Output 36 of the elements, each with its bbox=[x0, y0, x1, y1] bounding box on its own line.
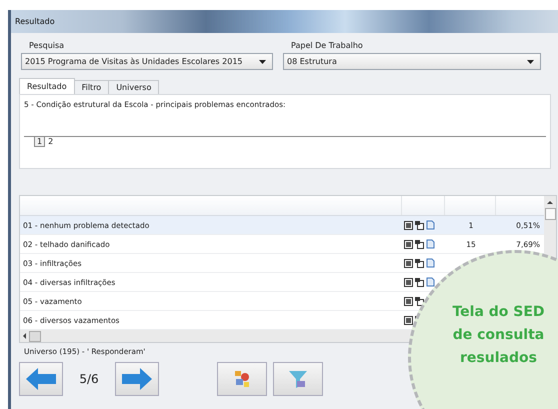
funnel-icon bbox=[288, 369, 308, 389]
tab[interactable]: Universo bbox=[108, 80, 160, 94]
scroll-left-icon bbox=[23, 333, 26, 339]
filter-button[interactable] bbox=[273, 362, 323, 396]
scroll-up-icon bbox=[547, 201, 553, 204]
scroll-thumb[interactable] bbox=[29, 330, 41, 342]
callout-text: resulados bbox=[460, 349, 537, 368]
page-tab[interactable]: 1 bbox=[34, 137, 46, 147]
previous-button[interactable] bbox=[19, 362, 63, 396]
copy-icon bbox=[415, 220, 424, 230]
copy-icon bbox=[415, 296, 424, 306]
dropdown[interactable]: 2015 Programa de Visitas às Unidades Escolares 2015 bbox=[21, 53, 273, 70]
copy-icon bbox=[415, 240, 424, 248]
grid-icon bbox=[404, 220, 413, 230]
grid-icon bbox=[404, 240, 413, 248]
shapes-icon bbox=[233, 370, 251, 388]
caret-icon bbox=[259, 60, 266, 64]
page-counter: 5/6 bbox=[78, 372, 100, 386]
copy-icon bbox=[415, 258, 424, 268]
toolbar-button[interactable] bbox=[217, 362, 267, 396]
scroll-thumb[interactable] bbox=[544, 208, 556, 220]
grid-icon bbox=[404, 316, 413, 324]
grid-icon bbox=[404, 278, 413, 286]
tab[interactable]: Resultado bbox=[19, 78, 75, 94]
left-arrow-icon bbox=[26, 368, 56, 390]
grid-icon bbox=[404, 258, 413, 268]
field-label: Papel De Trabalho bbox=[290, 41, 364, 50]
next-button[interactable] bbox=[115, 362, 159, 396]
grid-icon bbox=[404, 296, 413, 306]
copy-icon bbox=[415, 278, 424, 286]
right-arrow-icon bbox=[122, 368, 152, 390]
field-label: Pesquisa bbox=[28, 41, 66, 50]
page-tab[interactable]: 2 bbox=[45, 137, 56, 147]
dropdown[interactable]: 08 Estrutura bbox=[283, 53, 541, 70]
caret-icon bbox=[527, 60, 534, 64]
window-title: Resultado bbox=[15, 17, 55, 26]
